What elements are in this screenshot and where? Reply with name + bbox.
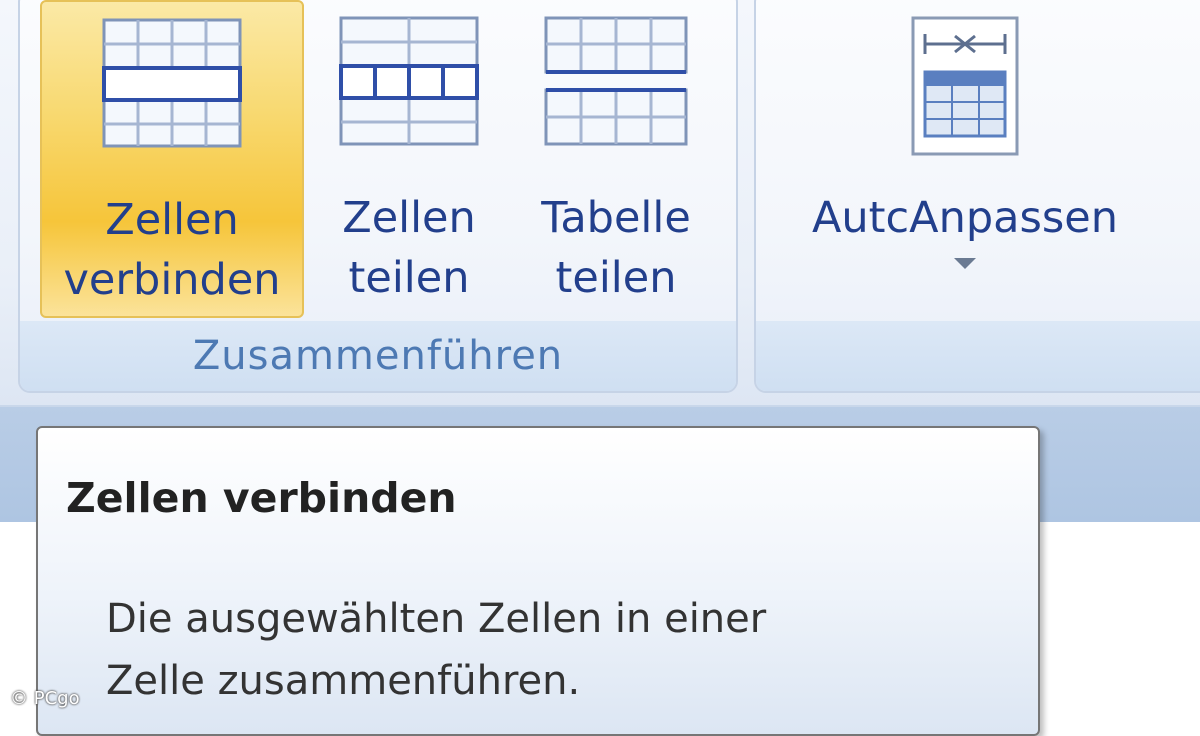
tooltip-description-line1: Die ausgewählten Zellen in einer	[106, 596, 767, 642]
merge-cells-icon	[102, 18, 242, 148]
merge-cells-label-line2: verbinden	[63, 255, 281, 305]
split-table-icon	[544, 16, 688, 146]
split-table-button[interactable]: Tabelle teilen	[516, 0, 716, 318]
split-table-label-line1: Tabelle	[541, 193, 691, 243]
group-label-merge: Zusammenführen	[192, 333, 564, 379]
watermark: © PCgo	[10, 688, 80, 709]
split-cells-icon	[339, 16, 479, 146]
tooltip-title: Zellen verbinden	[66, 474, 457, 522]
split-cells-label-line2: teilen	[348, 253, 470, 303]
group-label-bar	[756, 321, 1200, 391]
autofit-button[interactable]: AutcAnpassen	[770, 0, 1160, 318]
tooltip-description: Die ausgewählten Zellen in einer Zelle z…	[106, 588, 1006, 712]
split-cells-button[interactable]: Zellen teilen	[324, 0, 494, 318]
merge-cells-label-line1: Zellen	[105, 195, 239, 245]
autofit-table-icon	[911, 16, 1019, 156]
split-table-label-line2: teilen	[555, 253, 677, 303]
split-cells-label-line1: Zellen	[342, 193, 476, 243]
tooltip-description-line2: Zelle zusammenführen.	[106, 658, 581, 704]
tooltip: Zellen verbinden Die ausgewählten Zellen…	[36, 426, 1040, 736]
dropdown-arrow-icon[interactable]	[954, 258, 976, 269]
autofit-label: AutcAnpassen	[812, 193, 1118, 243]
merge-cells-button[interactable]: Zellen verbinden	[40, 0, 304, 318]
